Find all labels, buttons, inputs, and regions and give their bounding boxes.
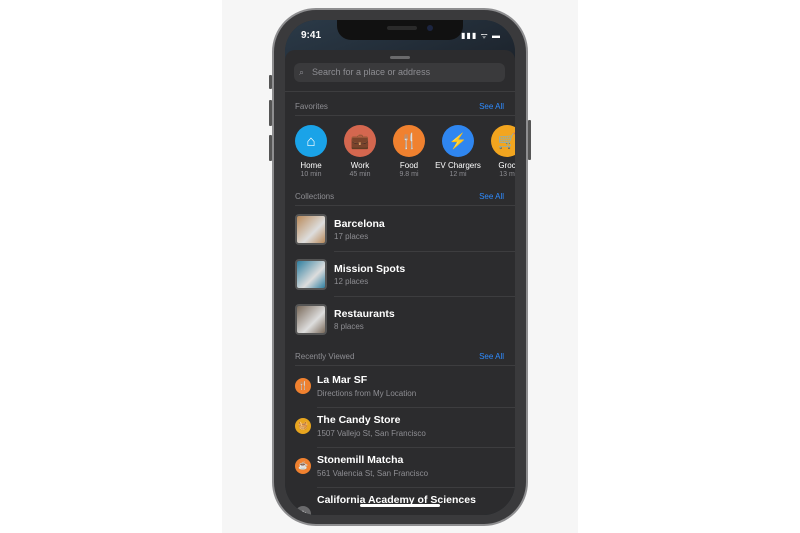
divider — [295, 205, 515, 206]
house-icon: ⌂ — [295, 125, 327, 157]
recent-item[interactable]: ☕ Stonemill Matcha 561 Valencia St, San … — [295, 453, 515, 489]
recently-viewed-see-all[interactable]: See All — [479, 352, 504, 361]
bottom-sheet: ⌕ Search for a place or address Favorites… — [285, 50, 515, 515]
recent-title: The Candy Store — [317, 414, 401, 426]
recent-subtitle: 1507 Vallejo St, San Francisco — [317, 429, 426, 438]
mute-switch — [269, 75, 272, 89]
signal-wifi-battery-icon: ▮▮▮ ᯤ ▬ — [461, 31, 501, 40]
favorite-distance: 12 mi — [449, 171, 467, 178]
cup-icon: ☕ — [295, 458, 311, 474]
favorite-groc[interactable]: 🛒 Groc 13 m — [482, 125, 515, 178]
collection-title: Restaurants — [334, 308, 395, 320]
favorite-ev-chargers[interactable]: ⚡ EV Chargers 12 mi — [433, 125, 483, 178]
favorite-distance: 45 min — [349, 171, 371, 178]
home-indicator[interactable] — [360, 504, 440, 507]
favorite-label: EV Chargers — [435, 161, 481, 170]
collection-thumbnail — [295, 304, 327, 335]
collections-see-all[interactable]: See All — [479, 192, 504, 201]
ev-plug-icon: ⚡ — [442, 125, 474, 157]
side-button — [528, 120, 531, 160]
divider — [317, 407, 515, 408]
divider — [317, 487, 515, 488]
recent-title: La Mar SF — [317, 374, 368, 386]
collection-count: 8 places — [334, 322, 364, 331]
divider — [295, 365, 515, 366]
recent-subtitle: Directions from My Location — [317, 389, 417, 398]
collection-count: 17 places — [334, 232, 369, 241]
collection-title: Mission Spots — [334, 263, 406, 275]
collection-item[interactable]: Restaurants 8 places — [295, 304, 515, 344]
sheet-grabber[interactable] — [390, 56, 410, 59]
recent-subtitle: 561 Valencia St, San Francisco — [317, 469, 429, 478]
volume-down-button — [269, 135, 272, 161]
collection-count: 12 places — [334, 277, 369, 286]
favorite-label: Groc — [498, 161, 515, 170]
favorite-home[interactable]: ⌂ Home 10 min — [286, 125, 336, 178]
collection-thumbnail — [295, 259, 327, 290]
favorite-food[interactable]: 🍴 Food 9.8 mi — [384, 125, 434, 178]
speaker — [387, 26, 417, 30]
camera — [427, 25, 433, 31]
favorite-label: Food — [399, 161, 419, 170]
divider — [317, 447, 515, 448]
favorite-distance: 13 m — [499, 171, 515, 178]
favorite-label: Work — [350, 161, 370, 170]
collections-header: Collections — [295, 192, 335, 201]
basket-icon: 🧺 — [295, 418, 311, 434]
favorite-label: Home — [300, 161, 322, 170]
collection-item[interactable]: Mission Spots 12 places — [295, 259, 515, 299]
collection-item[interactable]: Barcelona 17 places — [295, 214, 515, 254]
volume-up-button — [269, 100, 272, 126]
status-time: 9:41 — [301, 30, 322, 41]
collection-thumbnail — [295, 214, 327, 245]
search-icon: ⌕ — [299, 67, 305, 77]
favorite-distance: 10 min — [300, 171, 322, 178]
star-icon: ★ — [295, 506, 311, 515]
collection-title: Barcelona — [334, 218, 385, 230]
fork-knife-icon: 🍴 — [295, 378, 311, 394]
search-input[interactable]: ⌕ Search for a place or address — [294, 63, 505, 82]
favorites-header: Favorites — [295, 102, 328, 111]
favorites-see-all[interactable]: See All — [479, 102, 504, 111]
divider — [295, 115, 515, 116]
fork-knife-icon: 🍴 — [393, 125, 425, 157]
search-placeholder: Search for a place or address — [312, 67, 431, 77]
recent-item[interactable]: 🍴 La Mar SF Directions from My Location — [295, 373, 515, 409]
divider — [285, 91, 515, 92]
divider — [334, 296, 515, 297]
divider — [334, 251, 515, 252]
recent-title: Stonemill Matcha — [317, 454, 404, 466]
notch — [337, 20, 463, 40]
recent-item[interactable]: 🧺 The Candy Store 1507 Vallejo St, San F… — [295, 413, 515, 449]
briefcase-icon: 💼 — [344, 125, 376, 157]
phone-screen: 9:41 ▮▮▮ ᯤ ▬ ⌕ Search for a place or addr… — [285, 20, 515, 515]
recently-viewed-header: Recently Viewed — [295, 352, 355, 361]
favorite-work[interactable]: 💼 Work 45 min — [335, 125, 385, 178]
cart-icon: 🛒 — [491, 125, 515, 157]
favorite-distance: 9.8 mi — [399, 171, 419, 178]
